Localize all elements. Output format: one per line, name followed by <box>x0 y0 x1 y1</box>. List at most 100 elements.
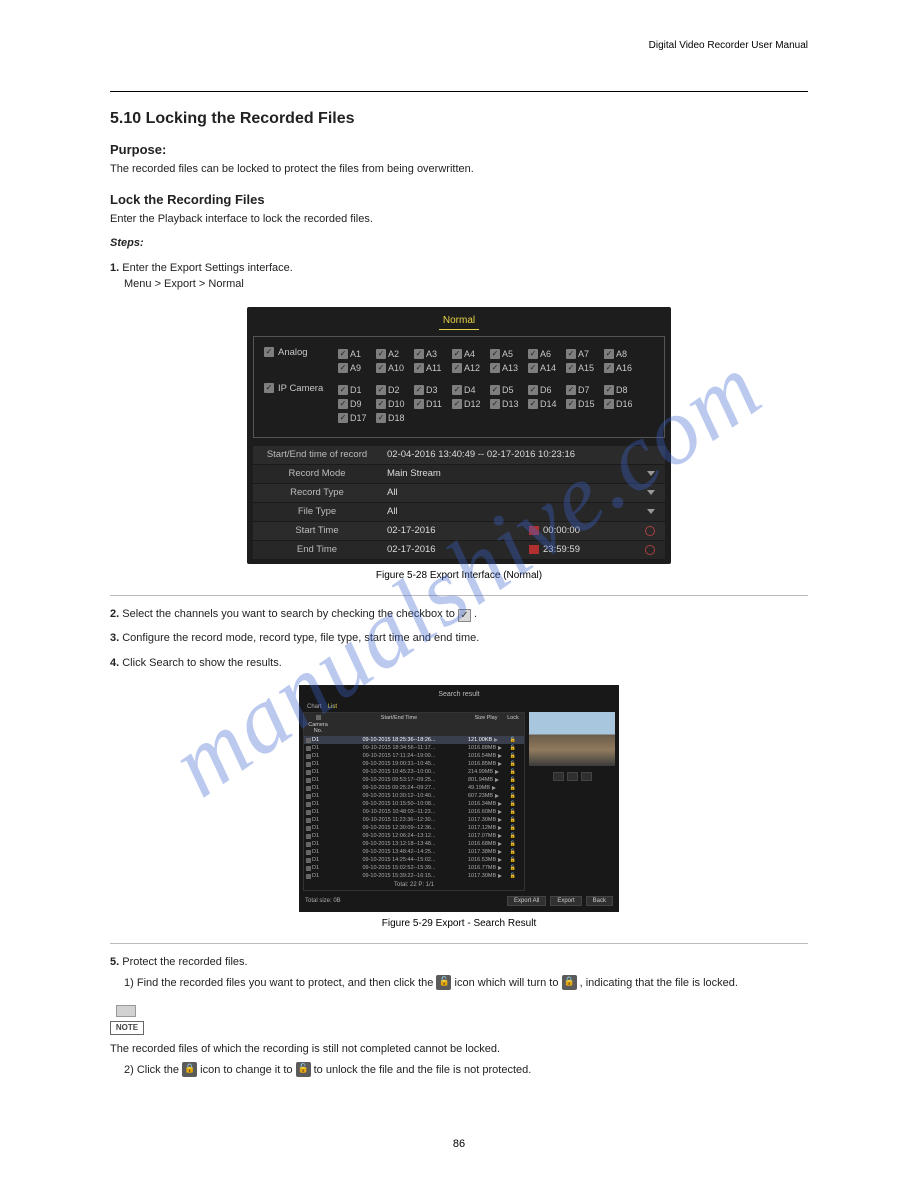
play-icon[interactable] <box>498 826 502 830</box>
camera-d11[interactable]: D11 <box>414 397 452 411</box>
field-record-mode[interactable]: Record Mode Main Stream <box>253 465 665 484</box>
lock-icon[interactable]: 🔓 <box>510 841 516 847</box>
checkbox-icon[interactable] <box>604 349 614 359</box>
back-button[interactable]: Back <box>586 896 613 906</box>
play-icon[interactable] <box>498 874 502 878</box>
camera-a6[interactable]: A6 <box>528 347 566 361</box>
checkbox-icon[interactable] <box>566 363 576 373</box>
table-row[interactable]: D109-10-2015 10:45:23--10:00...214.99MB … <box>304 768 524 776</box>
lock-icon[interactable]: 🔓 <box>510 873 516 879</box>
camera-a3[interactable]: A3 <box>414 347 452 361</box>
checkbox-icon[interactable] <box>376 399 386 409</box>
checkbox-icon[interactable] <box>338 363 348 373</box>
play-icon[interactable] <box>498 802 502 806</box>
table-row[interactable]: D109-10-2015 10:30:12--10:40...607.23MB … <box>304 792 524 800</box>
lock-icon[interactable]: 🔓 <box>510 785 516 791</box>
play-icon[interactable] <box>498 834 502 838</box>
camera-d13[interactable]: D13 <box>490 397 528 411</box>
camera-a9[interactable]: A9 <box>338 361 376 375</box>
checkbox-icon[interactable] <box>338 399 348 409</box>
camera-d1[interactable]: D1 <box>338 383 376 397</box>
camera-a4[interactable]: A4 <box>452 347 490 361</box>
camera-a13[interactable]: A13 <box>490 361 528 375</box>
tab-list[interactable]: List <box>328 704 337 710</box>
camera-a14[interactable]: A14 <box>528 361 566 375</box>
calendar-icon[interactable] <box>529 545 539 554</box>
table-row[interactable]: D109-10-2015 15:02:52--15:39...1016.77MB… <box>304 864 524 872</box>
camera-d14[interactable]: D14 <box>528 397 566 411</box>
lock-icon[interactable]: 🔓 <box>510 737 516 743</box>
clock-icon[interactable] <box>645 526 655 536</box>
checkbox-icon[interactable] <box>376 363 386 373</box>
analog-group[interactable]: Analog <box>264 347 338 358</box>
play-icon[interactable] <box>498 818 502 822</box>
checkbox-icon[interactable] <box>452 385 462 395</box>
table-row[interactable]: D109-10-2015 14:25:44--15:02...1016.53MB… <box>304 856 524 864</box>
checkbox-icon[interactable] <box>376 413 386 423</box>
lock-icon[interactable]: 🔓 <box>510 761 516 767</box>
table-row[interactable]: D109-10-2015 10:48:03--11:23...1016.60MB… <box>304 808 524 816</box>
checkbox-icon[interactable] <box>316 715 321 720</box>
field-start-time[interactable]: Start Time 02-17-2016 00:00:00 <box>253 522 665 541</box>
lock-icon[interactable]: 🔓 <box>510 793 516 799</box>
camera-a1[interactable]: A1 <box>338 347 376 361</box>
checkbox-icon[interactable] <box>452 399 462 409</box>
lock-icon[interactable]: 🔓 <box>510 849 516 855</box>
checkbox-icon[interactable] <box>490 363 500 373</box>
camera-a8[interactable]: A8 <box>604 347 642 361</box>
checkbox-icon[interactable] <box>376 385 386 395</box>
play-icon[interactable] <box>495 794 499 798</box>
export-button[interactable]: Export <box>550 896 581 906</box>
camera-a7[interactable]: A7 <box>566 347 604 361</box>
checkbox-icon[interactable] <box>566 399 576 409</box>
table-row[interactable]: D109-10-2015 18:25:36--18:26...121.00KB … <box>304 736 524 744</box>
checkbox-icon[interactable] <box>338 385 348 395</box>
play-icon[interactable] <box>498 866 502 870</box>
lock-icon[interactable]: 🔓 <box>510 753 516 759</box>
checkbox-icon[interactable] <box>414 349 424 359</box>
dropdown-icon[interactable] <box>647 471 655 476</box>
lock-icon[interactable]: 🔓 <box>510 745 516 751</box>
play-icon[interactable] <box>492 786 496 790</box>
checkbox-icon[interactable] <box>414 363 424 373</box>
table-row[interactable]: D109-10-2015 09:53:17--09:25...801.94MB … <box>304 776 524 784</box>
camera-a11[interactable]: A11 <box>414 361 452 375</box>
checkbox-icon[interactable] <box>528 363 538 373</box>
play-icon[interactable] <box>495 770 499 774</box>
camera-d9[interactable]: D9 <box>338 397 376 411</box>
play-icon[interactable] <box>498 850 502 854</box>
checkbox-icon[interactable] <box>452 363 462 373</box>
table-row[interactable]: D109-10-2015 10:15:50--10:08...1016.34MB… <box>304 800 524 808</box>
camera-d3[interactable]: D3 <box>414 383 452 397</box>
camera-a5[interactable]: A5 <box>490 347 528 361</box>
lock-icon[interactable]: 🔓 <box>510 825 516 831</box>
field-end-time[interactable]: End Time 02-17-2016 23:59:59 <box>253 541 665 560</box>
checkbox-icon[interactable] <box>414 385 424 395</box>
checkbox-icon[interactable] <box>338 349 348 359</box>
ipcam-group[interactable]: IP Camera <box>264 383 338 394</box>
lock-icon[interactable]: 🔓 <box>510 769 516 775</box>
play-icon[interactable] <box>495 778 499 782</box>
lock-icon[interactable]: 🔓 <box>510 857 516 863</box>
play-icon[interactable] <box>498 842 502 846</box>
camera-a2[interactable]: A2 <box>376 347 414 361</box>
checkbox-icon[interactable] <box>566 349 576 359</box>
table-row[interactable]: D109-10-2015 17:11:24--19:00...1016.54MB… <box>304 752 524 760</box>
checkbox-icon[interactable] <box>338 413 348 423</box>
camera-a15[interactable]: A15 <box>566 361 604 375</box>
checkbox-icon[interactable] <box>376 349 386 359</box>
checkbox-icon[interactable] <box>566 385 576 395</box>
checkbox-icon[interactable] <box>452 349 462 359</box>
checkbox-icon[interactable] <box>604 363 614 373</box>
camera-d12[interactable]: D12 <box>452 397 490 411</box>
checkbox-icon[interactable] <box>490 385 500 395</box>
camera-d10[interactable]: D10 <box>376 397 414 411</box>
play-icon[interactable] <box>494 738 498 742</box>
camera-d18[interactable]: D18 <box>376 411 414 425</box>
checkbox-icon[interactable] <box>264 383 274 393</box>
camera-a12[interactable]: A12 <box>452 361 490 375</box>
field-file-type[interactable]: File Type All <box>253 503 665 522</box>
next-button[interactable] <box>581 772 592 781</box>
prev-button[interactable] <box>553 772 564 781</box>
checkbox-icon[interactable] <box>264 347 274 357</box>
